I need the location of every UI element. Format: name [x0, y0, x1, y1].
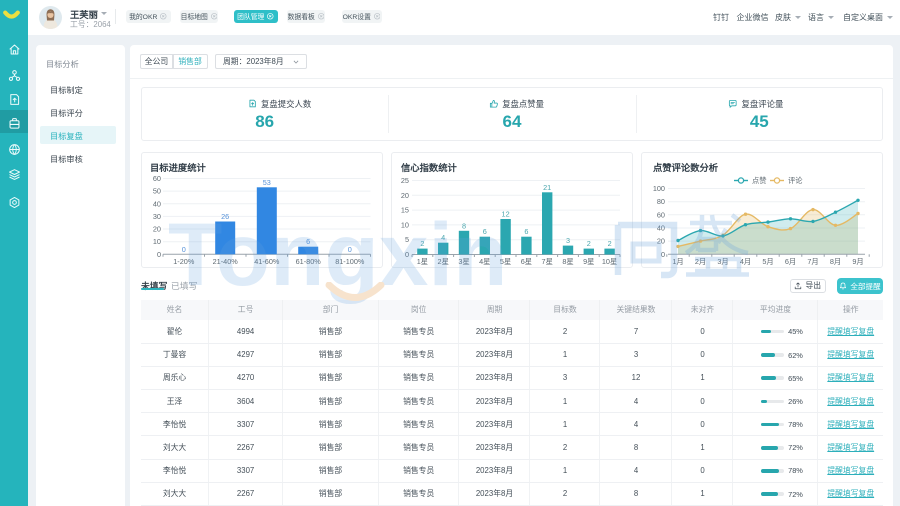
- svg-text:40: 40: [153, 199, 161, 208]
- svg-text:0: 0: [348, 245, 352, 254]
- svg-text:6: 6: [524, 227, 528, 236]
- svg-text:6星: 6星: [521, 257, 532, 266]
- svg-text:0: 0: [157, 250, 161, 259]
- svg-text:3星: 3星: [458, 257, 469, 266]
- svg-text:25: 25: [401, 176, 409, 185]
- svg-text:8月: 8月: [830, 257, 841, 266]
- svg-text:41-60%: 41-60%: [254, 257, 280, 266]
- svg-text:6月: 6月: [785, 257, 796, 266]
- svg-text:5月: 5月: [762, 257, 773, 266]
- svg-text:21: 21: [543, 183, 551, 192]
- svg-text:8星: 8星: [562, 257, 573, 266]
- svg-text:4星: 4星: [479, 257, 490, 266]
- svg-text:6: 6: [306, 237, 310, 246]
- svg-text:20: 20: [153, 225, 161, 234]
- svg-text:7月: 7月: [807, 257, 818, 266]
- svg-text:10: 10: [153, 237, 161, 246]
- svg-text:3: 3: [566, 236, 570, 245]
- svg-text:80: 80: [657, 197, 665, 206]
- svg-text:4: 4: [441, 233, 445, 242]
- svg-text:53: 53: [263, 178, 271, 187]
- svg-text:9月: 9月: [852, 257, 863, 266]
- svg-text:100: 100: [653, 184, 665, 193]
- svg-text:20: 20: [401, 191, 409, 200]
- svg-text:81-100%: 81-100%: [335, 257, 365, 266]
- svg-text:6: 6: [483, 227, 487, 236]
- svg-text:26: 26: [221, 212, 229, 221]
- svg-text:61-80%: 61-80%: [296, 257, 322, 266]
- svg-text:7星: 7星: [542, 257, 553, 266]
- svg-text:50: 50: [153, 187, 161, 196]
- svg-text:21-40%: 21-40%: [213, 257, 239, 266]
- svg-text:1-20%: 1-20%: [173, 257, 195, 266]
- svg-text:30: 30: [153, 212, 161, 221]
- svg-text:12: 12: [502, 210, 510, 219]
- svg-text:1星: 1星: [417, 257, 428, 266]
- svg-text:点赞: 点赞: [752, 176, 767, 185]
- svg-text:5: 5: [405, 235, 409, 244]
- svg-text:5星: 5星: [500, 257, 511, 266]
- svg-text:2: 2: [608, 239, 612, 248]
- svg-text:9星: 9星: [583, 257, 594, 266]
- svg-text:2星: 2星: [438, 257, 449, 266]
- svg-text:评论: 评论: [788, 176, 803, 185]
- svg-text:0: 0: [405, 250, 409, 259]
- svg-text:2: 2: [587, 239, 591, 248]
- svg-text:8: 8: [462, 221, 466, 230]
- svg-text:2: 2: [420, 239, 424, 248]
- svg-text:0: 0: [182, 245, 186, 254]
- svg-text:15: 15: [401, 206, 409, 215]
- svg-text:60: 60: [153, 174, 161, 183]
- svg-text:10: 10: [401, 220, 409, 229]
